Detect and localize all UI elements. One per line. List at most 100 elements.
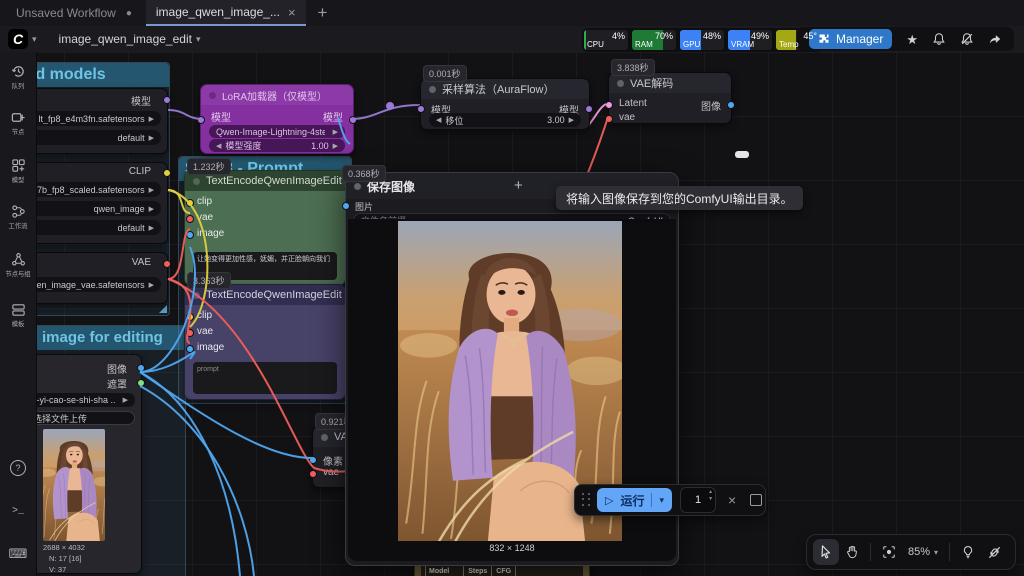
zoom-level-dropdown[interactable]: 85% ▾ bbox=[902, 546, 944, 558]
input-slot-image[interactable]: 图片 bbox=[355, 200, 373, 213]
clip-output-dot[interactable] bbox=[163, 169, 171, 177]
canvas-toolbar[interactable]: 85% ▾ bbox=[806, 534, 1016, 570]
widget-unet-name[interactable]: lt_fp8_e4m3fn.safetensors▶ bbox=[25, 111, 161, 126]
model-output-dot[interactable] bbox=[585, 105, 593, 113]
clip-input-dot[interactable] bbox=[186, 313, 194, 321]
combo-arrow-icon[interactable]: ▶ bbox=[149, 224, 154, 232]
group-load-models-header[interactable]: Load models bbox=[21, 63, 169, 87]
sidebar-item-shortcuts[interactable]: ⌨ bbox=[0, 546, 36, 562]
node-clip-loader[interactable]: CLIP 7b_fp8_scaled.safetensors▶ qwen_ima… bbox=[18, 162, 168, 244]
output-slot-mask[interactable]: 遮罩 bbox=[107, 376, 127, 391]
widget-image-name[interactable]: k-yi-cao-se-shi-sha ...▶ bbox=[25, 393, 135, 407]
node-lora-loader[interactable]: LoRA加载器（仅模型） 模型 模型 Qwen-Image-Lightning-… bbox=[200, 84, 354, 154]
combo-arrow-icon[interactable]: ▶ bbox=[123, 396, 128, 404]
group-resize-handle[interactable] bbox=[159, 305, 167, 313]
sidebar-item-models[interactable]: 模型 bbox=[0, 158, 36, 185]
vae-input-dot[interactable] bbox=[605, 115, 613, 123]
combo-arrow-icon[interactable]: ▶ bbox=[149, 115, 154, 123]
image-input-dot[interactable] bbox=[309, 456, 317, 464]
comfyui-logo[interactable]: C bbox=[8, 29, 28, 49]
node-text-encode-positive[interactable]: 1.232秒 TextEncodeQwenImageEdit clip vae … bbox=[184, 170, 346, 286]
tab-unsaved-workflow[interactable]: Unsaved Workflow bbox=[16, 6, 116, 20]
toggle-minimap-button[interactable] bbox=[955, 539, 981, 565]
output-slot-image[interactable]: 图像 bbox=[107, 361, 127, 376]
step-up-icon[interactable]: ▲ bbox=[708, 489, 713, 496]
sidebar-item-help[interactable]: ? bbox=[0, 460, 36, 476]
widget-vae-name[interactable]: en_image_vae.safetensors▶ bbox=[25, 277, 161, 292]
model-output-dot[interactable] bbox=[349, 116, 357, 124]
bell-icon[interactable] bbox=[932, 32, 946, 46]
node-canvas[interactable]: Load models Load image for editing Step … bbox=[0, 52, 1024, 576]
node-model-sampling[interactable]: 0.001秒 采样算法（AuraFlow） 模型 模型 ◀ 移位 3.00 ▶ bbox=[420, 78, 590, 130]
drag-handle[interactable] bbox=[582, 493, 592, 507]
stop-icon[interactable] bbox=[750, 494, 762, 506]
sidebar-item-queue[interactable]: 队列 bbox=[0, 64, 36, 91]
upload-button[interactable]: 选择文件上传 bbox=[25, 411, 135, 425]
combo-arrow-icon[interactable]: ▶ bbox=[149, 281, 154, 289]
input-slot-vae[interactable]: vae bbox=[619, 112, 635, 123]
new-tab-button[interactable]: + bbox=[318, 3, 328, 23]
select-tool-button[interactable] bbox=[813, 539, 839, 565]
image-output-dot[interactable] bbox=[727, 101, 735, 109]
fit-view-button[interactable] bbox=[876, 539, 902, 565]
chevron-down-icon[interactable]: ▾ bbox=[659, 495, 664, 506]
input-slot-image[interactable]: image bbox=[197, 228, 224, 239]
output-slot-clip[interactable]: CLIP bbox=[129, 166, 151, 177]
input-slot-model[interactable]: 模型 bbox=[211, 109, 231, 124]
vae-output-dot[interactable] bbox=[163, 260, 171, 268]
chevron-down-icon[interactable]: ▾ bbox=[32, 34, 37, 45]
combo-arrow-icon[interactable]: ▶ bbox=[333, 128, 338, 136]
cancel-run-icon[interactable]: × bbox=[728, 492, 736, 508]
share-icon[interactable] bbox=[988, 32, 1002, 46]
widget-lora-strength[interactable]: ◀ 模型强度 1.00 ▶ bbox=[209, 139, 345, 152]
run-control-bar[interactable]: ▷ 运行 ▾ 1 ▲▼ × bbox=[574, 484, 766, 516]
combo-arrow-icon[interactable]: ▶ bbox=[149, 186, 154, 194]
sidebar-item-workflows[interactable]: 工作流 bbox=[0, 204, 36, 231]
node-vae-loader[interactable]: VAE en_image_vae.safetensors▶ bbox=[18, 252, 168, 304]
widget-weight-dtype[interactable]: default▶ bbox=[25, 130, 161, 145]
widget-shift[interactable]: ◀ 移位 3.00 ▶ bbox=[429, 113, 581, 127]
workflow-name-dropdown[interactable]: image_qwen_image_edit bbox=[59, 32, 192, 46]
collapsed-link-stub[interactable] bbox=[735, 151, 749, 158]
output-slot-image[interactable]: 图像 bbox=[701, 98, 721, 113]
manager-button[interactable]: Manager bbox=[809, 29, 892, 49]
sidebar-item-nodes-groups[interactable]: 节点与组 bbox=[0, 252, 36, 279]
model-input-dot[interactable] bbox=[197, 116, 205, 124]
bell-slash-icon[interactable] bbox=[960, 32, 974, 46]
latent-input-dot[interactable] bbox=[605, 101, 613, 109]
node-text-encode-negative[interactable]: 3.363秒 TextEncodeQwenImageEdit clip vae … bbox=[184, 284, 346, 400]
vae-input-dot[interactable] bbox=[309, 470, 317, 478]
vae-input-dot[interactable] bbox=[186, 215, 194, 223]
model-input-dot[interactable] bbox=[417, 105, 425, 113]
run-button[interactable]: ▷ 运行 ▾ bbox=[597, 488, 672, 512]
node-unet-loader[interactable]: 模型 lt_fp8_e4m3fn.safetensors▶ default▶ bbox=[18, 88, 168, 154]
node-vae-decode[interactable]: 3.838秒 VAE解码 Latent vae 图像 bbox=[608, 72, 732, 124]
vae-input-dot[interactable] bbox=[186, 329, 194, 337]
batch-count-stepper[interactable]: 1 ▲▼ bbox=[680, 487, 716, 513]
input-slot-image[interactable]: image bbox=[197, 342, 224, 353]
sidebar-item-terminal[interactable]: >_ bbox=[0, 506, 36, 517]
tab-active-workflow[interactable]: image_qwen_image_... × bbox=[146, 0, 306, 26]
input-slot-latent[interactable]: Latent bbox=[619, 98, 647, 109]
star-icon[interactable]: ★ bbox=[906, 33, 918, 46]
widget-clip-type[interactable]: qwen_image▶ bbox=[25, 201, 161, 216]
image-input-dot[interactable] bbox=[342, 202, 350, 210]
chevron-down-icon[interactable]: ▾ bbox=[196, 34, 201, 45]
input-slot-clip[interactable]: clip bbox=[197, 196, 212, 207]
mask-output-dot[interactable] bbox=[137, 379, 145, 387]
close-tab-icon[interactable]: × bbox=[288, 5, 296, 20]
increment-icon[interactable]: ▶ bbox=[333, 142, 338, 150]
increment-icon[interactable]: ▶ bbox=[569, 116, 574, 124]
step-down-icon[interactable]: ▼ bbox=[708, 496, 713, 503]
toggle-links-button[interactable] bbox=[981, 539, 1007, 565]
widget-clip-name[interactable]: 7b_fp8_scaled.safetensors▶ bbox=[25, 182, 161, 197]
sidebar-item-nodes[interactable]: 节点 bbox=[0, 110, 36, 137]
pan-tool-button[interactable] bbox=[839, 539, 865, 565]
reroute-dot[interactable] bbox=[386, 102, 394, 110]
widget-clip-device[interactable]: default▶ bbox=[25, 220, 161, 235]
add-icon[interactable]: + bbox=[514, 177, 523, 194]
image-output-dot[interactable] bbox=[137, 364, 145, 372]
sidebar-item-templates[interactable]: 模板 bbox=[0, 302, 36, 329]
input-slot-vae[interactable]: vae bbox=[197, 326, 213, 337]
input-slot-clip[interactable]: clip bbox=[197, 310, 212, 321]
